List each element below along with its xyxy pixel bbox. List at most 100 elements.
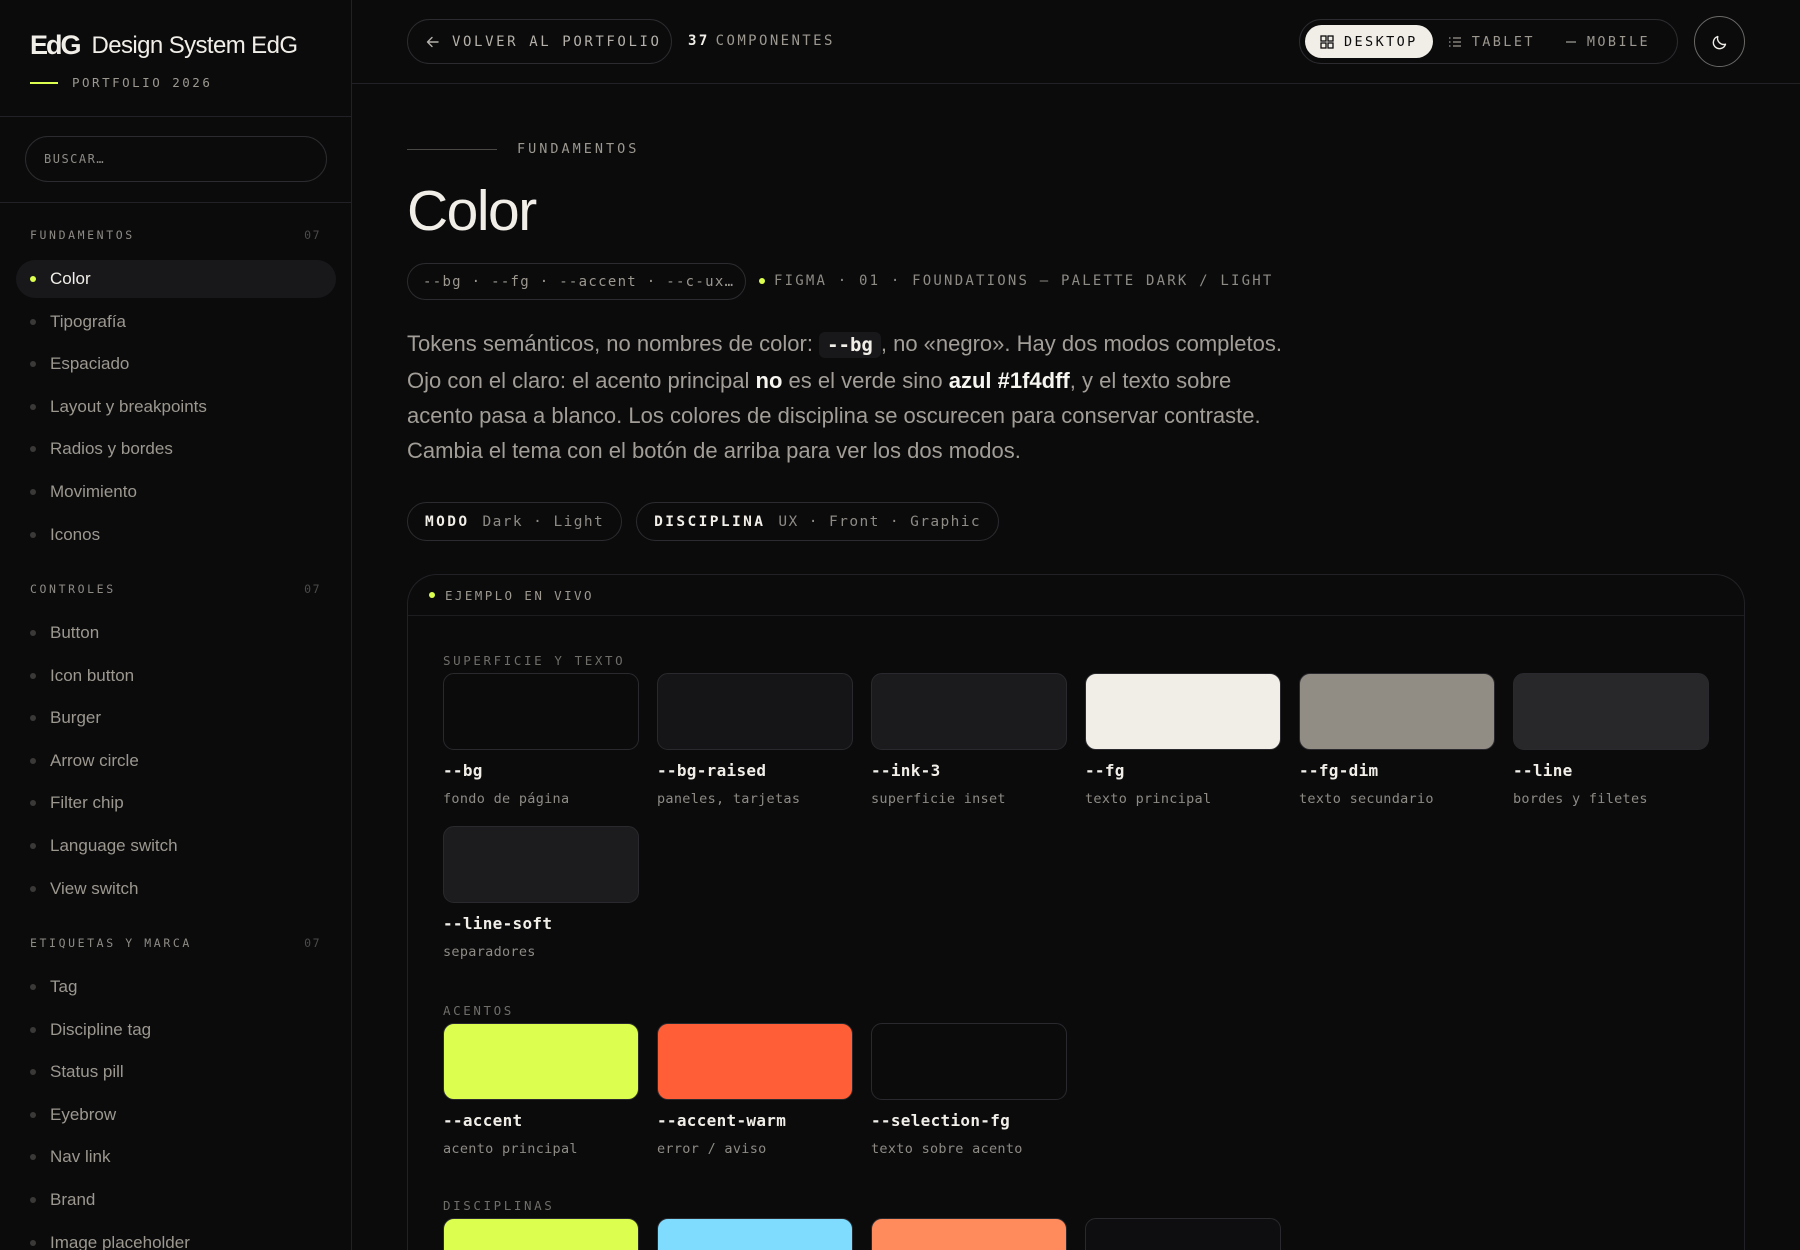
- swatch-name: --selection-fg: [871, 1111, 1011, 1130]
- status-dot-icon: [759, 278, 765, 284]
- brand-logo[interactable]: EdG: [30, 30, 81, 61]
- mode-chip[interactable]: MODO Dark · Light: [407, 502, 623, 541]
- swatch-desc: texto secundario: [1299, 791, 1434, 807]
- swatch: --line bordes y filetes: [1513, 673, 1709, 815]
- dot-icon: [30, 318, 36, 325]
- swatch-color: [871, 673, 1067, 750]
- eyebrow-line: [407, 148, 497, 150]
- sidebar-item-button[interactable]: Button: [16, 614, 336, 652]
- sidebar-item-label: Tag: [50, 977, 78, 996]
- search-container: [0, 117, 351, 203]
- view-tablet-label: TABLET: [1471, 33, 1535, 50]
- sidebar-item-language-switch[interactable]: Language switch: [16, 827, 336, 865]
- group-title: SUPERFICIE Y TEXTO: [443, 653, 626, 668]
- dot-icon: [30, 672, 36, 679]
- view-desktop-label: DESKTOP: [1344, 33, 1418, 50]
- dot-icon: [30, 842, 36, 849]
- sidebar-item-status-pill[interactable]: Status pill: [16, 1053, 336, 1091]
- view-tablet-button[interactable]: TABLET: [1433, 25, 1550, 58]
- brand-name[interactable]: Design System EdG: [92, 32, 298, 60]
- sidebar-item-label: Iconos: [50, 524, 101, 544]
- brand-accent-line: [30, 81, 58, 84]
- sidebar-item-label: Button: [50, 623, 100, 642]
- dot-icon: [30, 488, 36, 495]
- swatch-group-surface: --bg fondo de página --bg-raised paneles, …: [443, 673, 1713, 979]
- view-desktop-button[interactable]: DESKTOP: [1305, 25, 1433, 58]
- swatch-color: [1513, 673, 1709, 750]
- sidebar-item-filter-chip[interactable]: Filter chip: [16, 784, 336, 822]
- sidebar-item-burger[interactable]: Burger: [16, 699, 336, 737]
- panel-title: EJEMPLO EN VIVO: [445, 587, 594, 603]
- back-to-portfolio-button[interactable]: VOLVER AL PORTFOLIO: [407, 19, 672, 64]
- sidebar-item-label: Burger: [50, 708, 102, 728]
- token-list-pill: --bg · --fg · --accent · --c-ux…: [407, 263, 746, 300]
- sidebar-item-iconos[interactable]: Iconos: [16, 516, 336, 554]
- figma-reference: FIGMA · 01 · FOUNDATIONS — PALETTE DARK …: [759, 273, 1274, 289]
- sidebar-item-radios[interactable]: Radios y bordes: [16, 430, 336, 468]
- search-input[interactable]: [25, 136, 327, 182]
- nav-section-fundamentos: FUNDAMENTOS 07 Color Tipografía Espaciad…: [0, 226, 351, 558]
- nav-section-count: 07: [304, 582, 321, 596]
- back-button-label: VOLVER AL PORTFOLIO: [452, 33, 662, 50]
- sidebar-item-layout[interactable]: Layout y breakpoints: [16, 388, 336, 426]
- discipline-chip[interactable]: DISCIPLINA UX · Front · Graphic: [636, 502, 1000, 541]
- sidebar-item-tipografia[interactable]: Tipografía: [16, 303, 336, 341]
- view-switch: DESKTOP TABLET MOBILE: [1299, 19, 1678, 64]
- sidebar-item-label: Icon button: [50, 665, 135, 685]
- sidebar-item-view-switch[interactable]: View switch: [16, 870, 336, 908]
- dot-icon: [30, 1239, 36, 1246]
- variant-chips: MODO Dark · Light DISCIPLINA UX · Front …: [407, 502, 1000, 541]
- dot-icon: [30, 1154, 36, 1161]
- swatch: --accent acento principal: [443, 1023, 639, 1165]
- topbar: VOLVER AL PORTFOLIO 37 COMPONENTES DESKTO…: [352, 0, 1800, 84]
- sidebar-item-color[interactable]: Color: [16, 260, 336, 298]
- swatch: [1085, 1218, 1281, 1250]
- sidebar: EdG Design System EdG PORTFOLIO 2026 FUN…: [0, 0, 352, 1250]
- dot-icon: [30, 1196, 36, 1203]
- nav-section-title: FUNDAMENTOS: [30, 228, 135, 242]
- dot-icon: [30, 361, 36, 368]
- intro-emphasis: azul #1f4dff: [948, 368, 1070, 393]
- swatch: [443, 1218, 639, 1250]
- swatch: [871, 1218, 1067, 1250]
- swatch: --line-soft separadores: [443, 826, 639, 968]
- sidebar-item-espaciado[interactable]: Espaciado: [16, 345, 336, 383]
- swatch-name: --line: [1513, 761, 1573, 780]
- swatch-name: --bg: [443, 761, 483, 780]
- swatch: --bg-raised paneles, tarjetas: [657, 673, 853, 815]
- swatch-color: [443, 1218, 639, 1250]
- sidebar-item-icon-button[interactable]: Icon button: [16, 657, 336, 695]
- swatch: --selection-fg texto sobre acento: [871, 1023, 1067, 1165]
- intro-text: Tokens semánticos, no nombres de color:: [407, 331, 820, 356]
- sidebar-item-arrow-circle[interactable]: Arrow circle: [16, 742, 336, 780]
- list-icon: [1448, 36, 1461, 47]
- view-mobile-label: MOBILE: [1586, 33, 1651, 50]
- sidebar-item-discipline-tag[interactable]: Discipline tag: [16, 1011, 336, 1049]
- swatch-color: [871, 1218, 1067, 1250]
- nav-section-controles: CONTROLES 07 Button Icon button Burger A…: [0, 580, 351, 912]
- sidebar-item-label: Eyebrow: [50, 1104, 117, 1124]
- swatch-name: --fg-dim: [1299, 761, 1379, 780]
- active-dot-icon: [30, 276, 36, 282]
- sidebar-item-label: Brand: [50, 1189, 96, 1209]
- sidebar-item-brand[interactable]: Brand: [16, 1181, 336, 1219]
- swatch-desc: fondo de página: [443, 791, 570, 807]
- view-mobile-button[interactable]: MOBILE: [1550, 25, 1665, 58]
- page-title: Color: [407, 179, 537, 243]
- swatch-color: [871, 1023, 1067, 1100]
- eyebrow-text: FUNDAMENTOS: [517, 141, 640, 157]
- swatch-name: --bg-raised: [657, 761, 767, 780]
- swatch-group-disciplines: [443, 1218, 1713, 1250]
- sidebar-item-image-placeholder[interactable]: Image placeholder: [16, 1224, 336, 1250]
- sidebar-item-nav-link[interactable]: Nav link: [16, 1138, 336, 1176]
- brand-tag: PORTFOLIO 2026: [72, 75, 213, 90]
- group-title: DISCIPLINAS: [443, 1198, 555, 1213]
- live-example-panel: EJEMPLO EN VIVO SUPERFICIE Y TEXTO --bg f…: [407, 574, 1745, 1250]
- theme-toggle-button[interactable]: [1694, 16, 1745, 67]
- sidebar-item-movimiento[interactable]: Movimiento: [16, 473, 336, 511]
- dot-icon: [30, 1069, 36, 1076]
- swatch-color: [443, 1023, 639, 1100]
- sidebar-item-label: Filter chip: [50, 793, 124, 813]
- sidebar-item-tag[interactable]: Tag: [16, 968, 336, 1006]
- sidebar-item-eyebrow[interactable]: Eyebrow: [16, 1096, 336, 1134]
